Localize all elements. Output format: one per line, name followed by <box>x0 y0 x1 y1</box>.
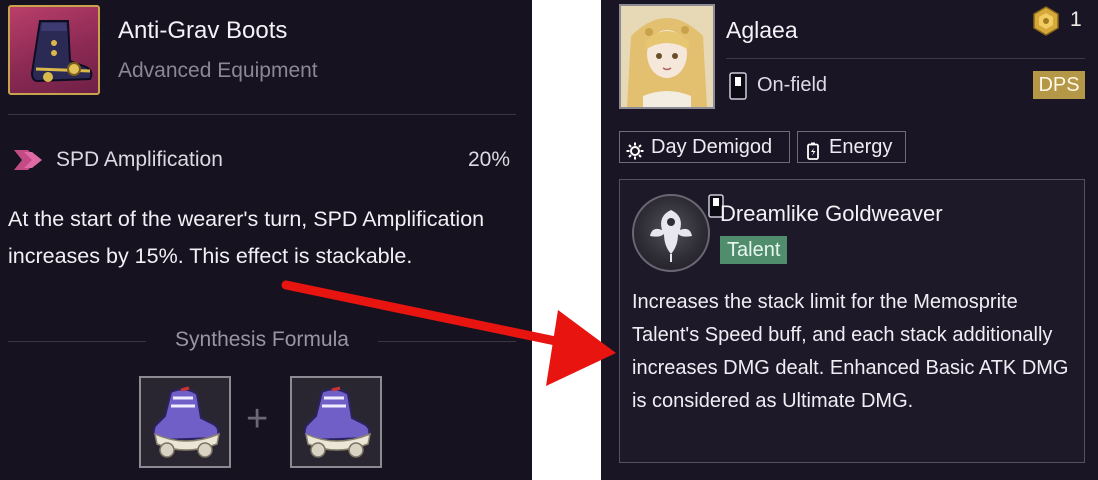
stat-value: 20% <box>467 148 510 171</box>
synthesis-line-right <box>378 341 516 342</box>
talent-card: Dreamlike Goldweaver Talent Increases th… <box>619 179 1085 463</box>
position-label: On-field <box>757 74 828 96</box>
equipment-panel: Anti-Grav Boots Advanced Equipment SPD A… <box>0 0 532 480</box>
material-slot-2[interactable] <box>290 376 382 468</box>
battery-icon <box>804 139 822 160</box>
tag-label: Day Demigod <box>651 136 773 158</box>
plus-sign: + <box>246 398 269 440</box>
stat-label: SPD Amplification <box>56 148 223 171</box>
synthesis-header: Synthesis Formula <box>8 326 516 356</box>
character-panel: Aglaea 1 On-field DPS Day Demigod Energy… <box>601 0 1098 480</box>
stat-row: SPD Amplification 20% <box>12 146 510 176</box>
character-portrait[interactable] <box>619 4 715 109</box>
tag-energy[interactable]: Energy <box>797 131 906 163</box>
role-badge: DPS <box>1033 71 1085 99</box>
talent-description: Increases the stack limit for the Memosp… <box>632 291 1069 412</box>
rarity-count: 1 <box>1070 8 1082 31</box>
header-divider <box>8 114 516 115</box>
talent-type-badge: Talent <box>720 236 788 264</box>
boot-icon <box>8 5 100 95</box>
synthesis-title: Synthesis Formula <box>175 328 349 351</box>
spd-amplification-icon <box>12 146 46 174</box>
item-type: Advanced Equipment <box>118 59 318 82</box>
name-divider <box>726 58 1085 59</box>
tag-label: Energy <box>829 136 893 158</box>
on-field-icon <box>729 72 747 100</box>
material-slot-1[interactable] <box>139 376 231 468</box>
talent-name: Dreamlike Goldweaver <box>720 201 943 226</box>
tag-day-demigod[interactable]: Day Demigod <box>619 131 790 163</box>
roller-skate-icon <box>303 386 372 458</box>
character-name: Aglaea <box>726 17 798 43</box>
item-name: Anti-Grav Boots <box>118 17 288 44</box>
equipment-description: At the start of the wearer's turn, SPD A… <box>8 207 485 268</box>
eidolon-coin-icon <box>1031 6 1061 36</box>
talent-skill-icon <box>632 194 710 272</box>
roller-skate-icon <box>152 386 221 458</box>
sun-gear-icon <box>626 139 644 160</box>
